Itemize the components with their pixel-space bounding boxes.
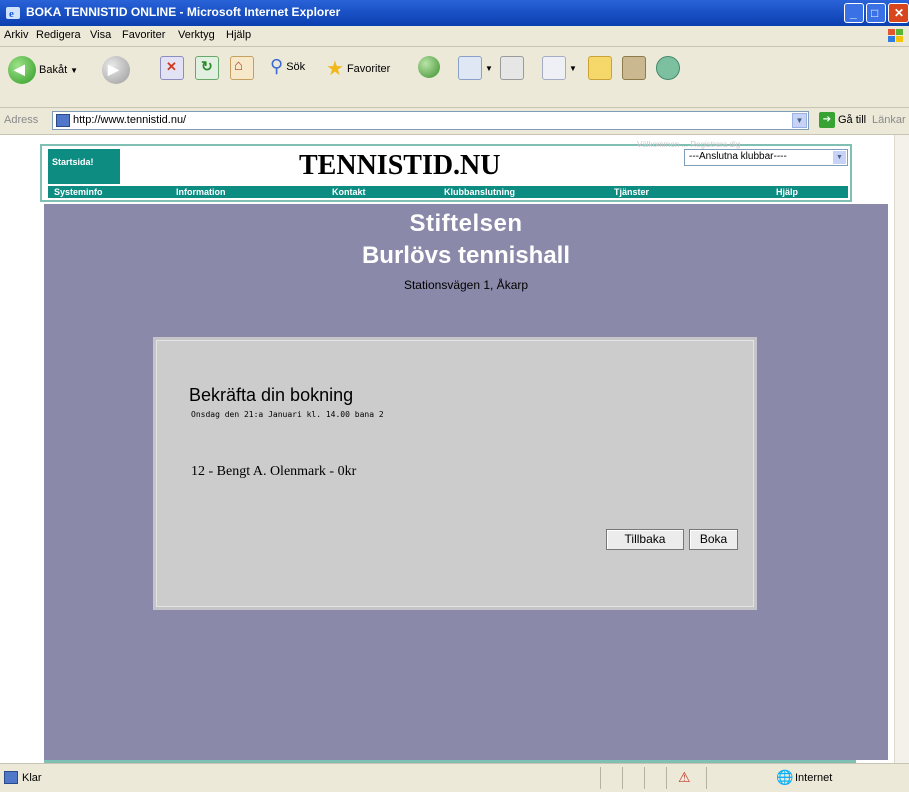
forward-button[interactable]: ▶ xyxy=(102,56,130,84)
site-header: Välkommen ... Registrera dig Startsida! … xyxy=(40,140,852,202)
research-icon xyxy=(622,56,646,80)
site-logo: TENNISTID.NU xyxy=(299,150,501,181)
minimize-icon: _ xyxy=(850,6,857,20)
menu-visa[interactable]: Visa xyxy=(90,29,111,41)
back-button[interactable]: ◀ Bakåt ▼ xyxy=(8,56,78,84)
address-field[interactable]: http://www.tennistid.nu/ ▼ xyxy=(52,111,809,130)
nav-klubbanslutning[interactable]: Klubbanslutning xyxy=(444,186,515,198)
chevron-down-icon[interactable]: ▼ xyxy=(833,151,846,164)
address-url[interactable]: http://www.tennistid.nu/ xyxy=(73,114,186,126)
booking-heading: Bekräfta din bokning xyxy=(189,385,354,405)
nav-tjanster[interactable]: Tjänster xyxy=(614,186,649,198)
favorites-button[interactable]: ★ Favoriter xyxy=(326,56,390,81)
address-label: Adress xyxy=(4,114,39,126)
svg-text:e: e xyxy=(9,8,14,20)
back-label: Bakåt xyxy=(39,64,68,76)
mail-icon xyxy=(458,56,482,80)
links-label[interactable]: Länkar xyxy=(872,114,906,126)
research-button[interactable] xyxy=(622,56,646,80)
chevron-down-icon: ▼ xyxy=(569,63,577,73)
nav-systeminfo[interactable]: Systeminfo xyxy=(54,186,103,198)
nav-kontakt[interactable]: Kontakt xyxy=(332,186,366,198)
menu-bar: Arkiv Redigera Visa Favoriter Verktyg Hj… xyxy=(0,26,909,47)
refresh-icon: ↻ xyxy=(195,56,219,80)
close-icon: ✕ xyxy=(894,6,905,20)
page-status-icon xyxy=(4,771,18,784)
browser-toolbar: ◀ Bakåt ▼ ▶ ✕ ↻ ⌂ ⚲ Sök ★ Favoriter ▼ ▼ xyxy=(0,47,909,108)
status-divider xyxy=(622,767,623,789)
stop-icon: ✕ xyxy=(160,56,184,80)
booking-dialog: Bekräfta din bokning Onsdag den 21:a Jan… xyxy=(156,340,754,607)
refresh-button[interactable]: ↻ xyxy=(195,56,219,80)
header-faint-text: Välkommen ... Registrera dig xyxy=(637,140,741,149)
folder-icon xyxy=(588,56,612,80)
forward-arrow-icon: ▶ xyxy=(102,56,130,84)
search-button[interactable]: ⚲ Sök xyxy=(270,56,305,77)
club-select[interactable]: ---Anslutna klubbar---- ▼ xyxy=(684,149,848,166)
menu-arkiv[interactable]: Arkiv xyxy=(4,29,28,41)
security-zone: Internet xyxy=(795,772,833,784)
startsida-button[interactable]: Startsida! xyxy=(48,149,120,184)
club-select-value: ---Anslutna klubbar---- xyxy=(689,151,787,162)
home-icon: ⌂ xyxy=(230,56,254,80)
status-divider xyxy=(644,767,645,789)
print-icon xyxy=(500,56,524,80)
stop-button[interactable]: ✕ xyxy=(160,56,184,80)
chevron-down-icon: ▼ xyxy=(70,65,79,75)
close-button[interactable]: ✕ xyxy=(888,3,909,23)
maximize-icon: □ xyxy=(871,6,879,20)
edit-icon xyxy=(542,56,566,80)
chevron-down-icon: ▼ xyxy=(485,63,493,73)
favorites-label: Favoriter xyxy=(346,62,391,75)
windows-flag-icon xyxy=(888,29,903,42)
privacy-icon[interactable]: ⚠ xyxy=(678,769,691,786)
edit-button[interactable]: ▼ xyxy=(542,56,577,80)
window-title: BOKA TENNISTID ONLINE - Microsoft Intern… xyxy=(26,5,341,19)
book-button[interactable]: Boka xyxy=(689,529,738,550)
ie-logo-icon: e xyxy=(6,7,20,20)
status-divider xyxy=(666,767,667,789)
search-icon: ⚲ xyxy=(270,56,284,76)
messenger-icon xyxy=(656,56,680,80)
booking-person: 12 - Bengt A. Olenmark - 0kr xyxy=(191,464,357,479)
mail-button[interactable]: ▼ xyxy=(458,56,493,80)
messenger-button[interactable] xyxy=(656,56,680,80)
window-titlebar: e BOKA TENNISTID ONLINE - Microsoft Inte… xyxy=(0,0,909,26)
venue-address: Stationsvägen 1, Åkarp xyxy=(403,278,529,292)
nav-hjalp[interactable]: Hjälp xyxy=(776,186,798,198)
status-text: Klar xyxy=(22,772,42,784)
site-nav: Systeminfo Information Kontakt Klubbansl… xyxy=(48,186,848,198)
vertical-scrollbar[interactable] xyxy=(894,135,909,763)
page-icon xyxy=(56,114,70,127)
home-button[interactable]: ⌂ xyxy=(230,56,254,80)
go-button[interactable]: ➔ Gå till xyxy=(819,112,866,128)
search-label: Sök xyxy=(286,60,306,73)
menu-verktyg[interactable]: Verktyg xyxy=(178,29,215,41)
address-bar: Adress http://www.tennistid.nu/ ▼ ➔ Gå t… xyxy=(0,108,909,135)
print-button[interactable] xyxy=(500,56,524,80)
history-icon xyxy=(418,56,440,78)
history-button[interactable] xyxy=(418,56,440,78)
minimize-button[interactable]: _ xyxy=(844,3,864,23)
booking-detail: Onsdag den 21:a Januari kl. 14.00 bana 2 xyxy=(191,410,384,419)
nav-information[interactable]: Information xyxy=(176,186,226,198)
status-divider xyxy=(706,767,707,789)
venue-title-line2: Burlövs tennishall xyxy=(361,242,571,269)
menu-hjalp[interactable]: Hjälp xyxy=(226,29,251,41)
folder-button[interactable] xyxy=(588,56,612,80)
back-arrow-icon: ◀ xyxy=(8,56,36,84)
status-divider xyxy=(600,767,601,789)
star-icon: ★ xyxy=(326,58,344,80)
venue-title-line1: Stiftelsen xyxy=(409,210,523,237)
status-bar: Klar ⚠ 🌐 Internet xyxy=(0,763,909,792)
maximize-button[interactable]: □ xyxy=(866,3,886,23)
go-label: Gå till xyxy=(838,114,867,126)
menu-redigera[interactable]: Redigera xyxy=(36,29,81,41)
globe-icon: 🌐 xyxy=(776,769,794,785)
chevron-down-icon[interactable]: ▼ xyxy=(792,113,807,128)
go-arrow-icon: ➔ xyxy=(819,112,835,128)
menu-favoriter[interactable]: Favoriter xyxy=(122,29,165,41)
back-button-tillbaka[interactable]: Tillbaka xyxy=(606,529,684,550)
